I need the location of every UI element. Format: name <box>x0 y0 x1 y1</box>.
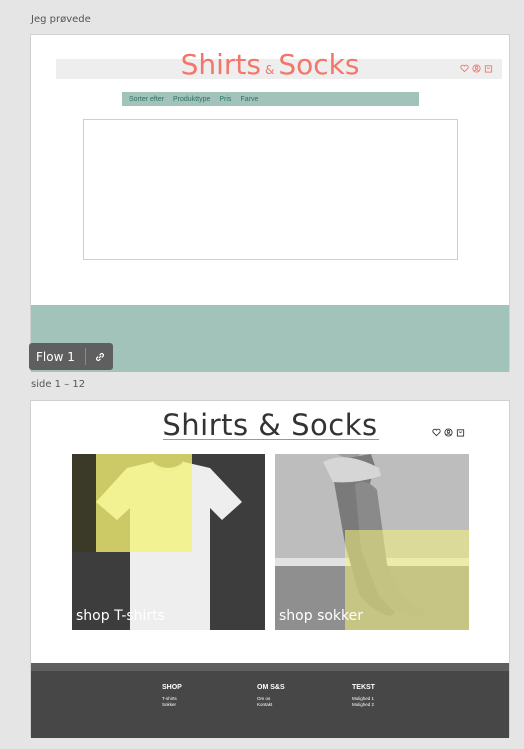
filter-sort[interactable]: Sorter efter <box>129 96 164 103</box>
shop-tshirts-tile[interactable]: shop T-shirts <box>72 454 265 630</box>
filter-bar: Sorter efter Produkttype Pris Farve <box>122 92 419 106</box>
filter-color[interactable]: Farve <box>240 96 258 103</box>
shop-sokker-tile[interactable]: shop sokker <box>275 454 469 630</box>
footer-link-sokker[interactable]: Sokker <box>162 702 182 708</box>
footer-column-shop: SHOP T-shirts Sokker <box>162 684 182 708</box>
artboard-label-2[interactable]: side 1 – 12 <box>31 379 85 390</box>
footer-heading-om: OM S&S <box>257 684 285 691</box>
header-icons <box>432 428 465 437</box>
footer: SHOP T-shirts Sokker OM S&S Om os Kontak… <box>31 671 509 738</box>
footer-heading-tekst: TEKST <box>352 684 375 691</box>
footer-link-mulighed-2[interactable]: Mulighed 2 <box>352 702 375 708</box>
bag-icon[interactable] <box>484 64 493 73</box>
footer-strip <box>31 663 509 671</box>
bag-icon[interactable] <box>456 428 465 437</box>
content-placeholder-box <box>83 119 458 260</box>
title-shirts: Shirts <box>180 48 261 81</box>
link-button[interactable] <box>86 351 113 363</box>
page-title: Shirts & Socks <box>31 47 509 88</box>
link-icon[interactable] <box>94 351 106 363</box>
artboard-jeg-provede[interactable]: Shirts & Socks Sorter efter Produkttype Pr… <box>30 34 510 372</box>
socks-image <box>275 454 469 630</box>
tile-label-sokker[interactable]: shop sokker <box>279 608 363 624</box>
title-socks: Socks <box>278 48 360 81</box>
filter-product-type[interactable]: Produkttype <box>173 96 210 103</box>
page-title: Shirts & Socks <box>162 408 378 442</box>
footer-column-tekst: TEKST Mulighed 1 Mulighed 2 <box>352 684 375 708</box>
heart-icon[interactable] <box>432 428 441 437</box>
tile-label-tshirts[interactable]: shop T-shirts <box>76 608 165 624</box>
flow-label[interactable]: Flow 1 <box>29 350 85 364</box>
footer-column-om: OM S&S Om os Kontakt <box>257 684 285 708</box>
user-icon[interactable] <box>444 428 453 437</box>
tshirt-image <box>72 454 265 630</box>
artboard-side-1-12[interactable]: Shirts & Socks shop T-shirts shop sokker <box>30 400 510 738</box>
header-icons <box>460 64 493 73</box>
heart-icon[interactable] <box>460 64 469 73</box>
flow-badge[interactable]: Flow 1 <box>29 343 113 370</box>
filter-price[interactable]: Pris <box>219 96 231 103</box>
user-icon[interactable] <box>472 64 481 73</box>
title-underline <box>163 439 379 440</box>
artboard-label-1[interactable]: Jeg prøvede <box>31 14 91 25</box>
title-ampersand: & <box>264 63 275 77</box>
footer-heading-shop: SHOP <box>162 684 182 691</box>
footer-link-kontakt[interactable]: Kontakt <box>257 702 285 708</box>
